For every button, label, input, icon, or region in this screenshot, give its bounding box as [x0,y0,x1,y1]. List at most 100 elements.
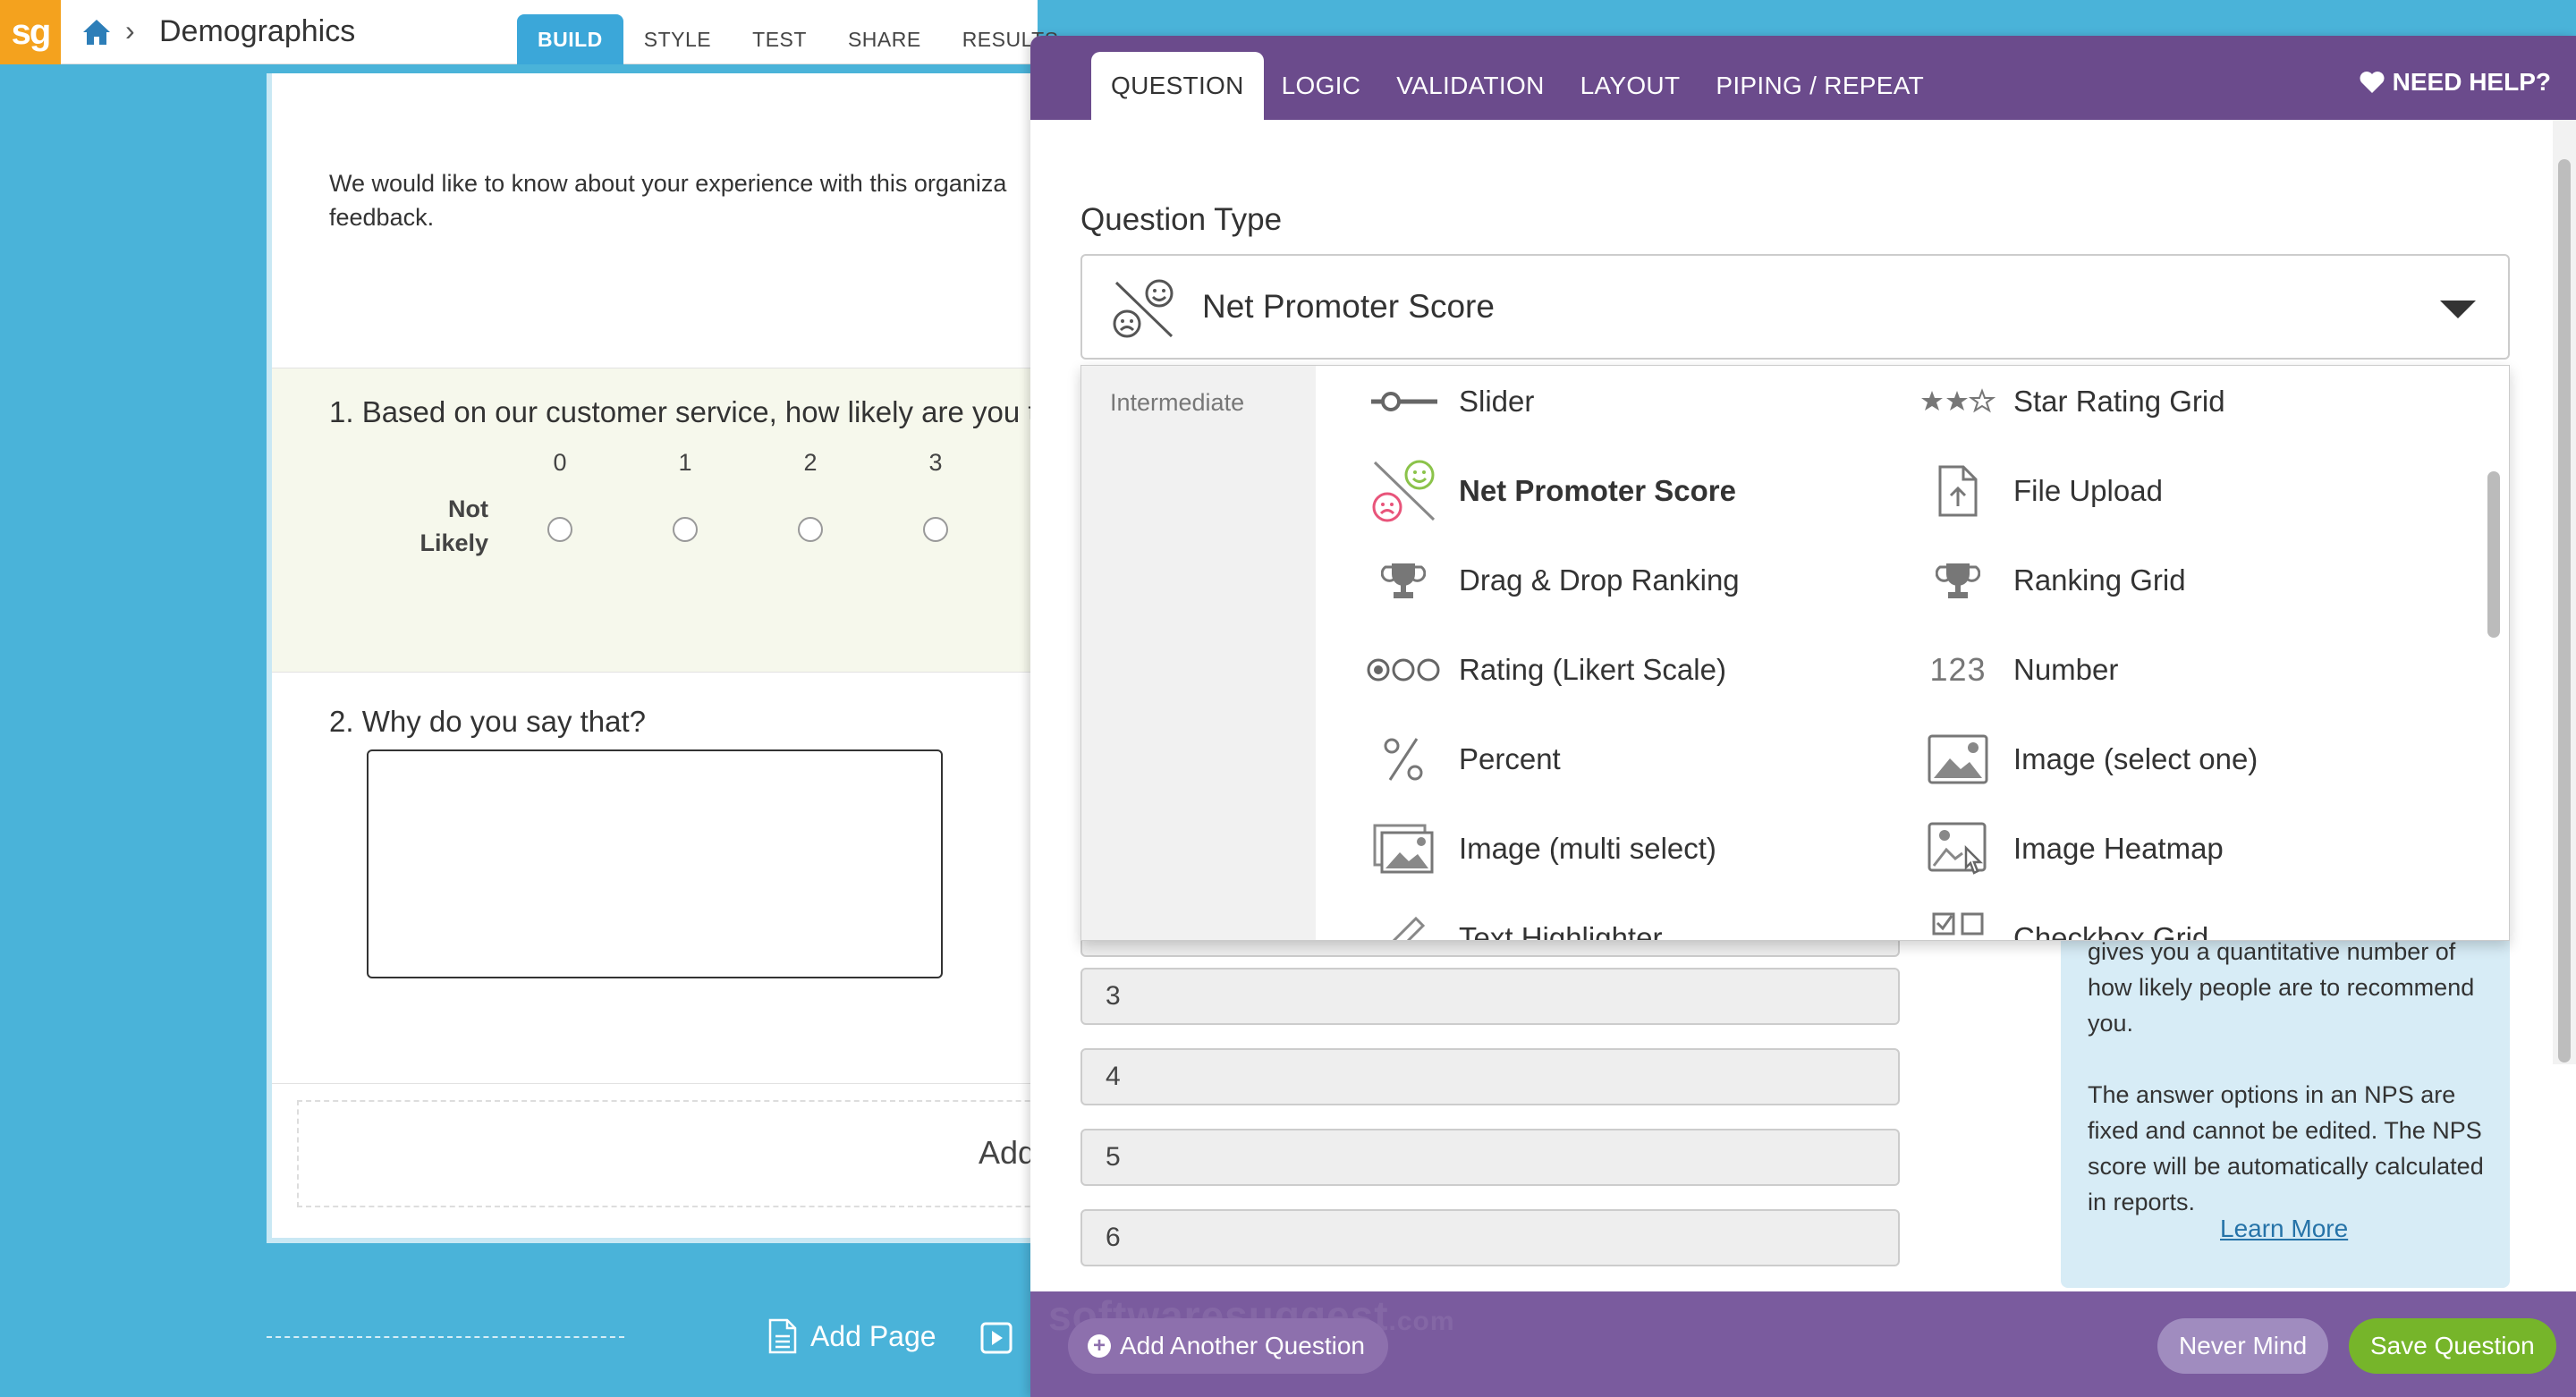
percent-icon [1384,738,1423,781]
question-type-select[interactable]: Net Promoter Score [1080,254,2510,360]
learn-more-link[interactable]: Learn More [2220,1215,2348,1243]
answer-option-input: 3 [1080,968,1900,1025]
scale-label: 2 [803,449,818,476]
intro-text: We would like to know about your experie… [329,166,1054,234]
add-another-question-button[interactable]: + Add Another Question [1068,1318,1388,1374]
type-option-percent[interactable]: Percent [1366,724,1561,795]
tab-label: LAYOUT [1580,72,1681,99]
help-text: gives you a quantitative number of how l… [2088,934,2490,1256]
number-icon: 123 [1929,651,1987,688]
modal-tab-piping[interactable]: PIPING / REPEAT [1698,52,1942,120]
file-upload-icon [1938,465,1978,517]
watermark-suffix: .com [1388,1307,1455,1336]
type-option-label: Image Heatmap [2013,832,2224,865]
type-option-label: Image (multi select) [1459,832,1716,865]
tab-share[interactable]: SHARE [827,14,942,64]
chevron-right-icon: › [125,14,135,47]
type-option-label: Percent [1459,742,1561,775]
help-paragraph: gives you a quantitative number of how l… [2088,938,2475,1037]
type-option-star-rating-grid[interactable]: Star Rating Grid [1920,366,2225,437]
type-option-label: Star Rating Grid [2013,385,2225,418]
modal-scrollbar[interactable] [2553,120,2576,1064]
modal-footer: softwaresuggest.com + Add Another Questi… [1030,1291,2576,1397]
button-label: Add Another Question [1120,1332,1365,1359]
radio-option[interactable] [547,517,572,542]
type-option-image-heatmap[interactable]: Image Heatmap [1920,813,2224,885]
never-mind-button[interactable]: Never Mind [2157,1318,2329,1374]
type-option-nps[interactable]: Net Promoter Score [1366,455,1736,527]
tab-label: TEST [752,27,807,51]
modal-tab-layout[interactable]: LAYOUT [1563,52,1699,120]
logo[interactable]: sg [0,0,61,64]
type-option-label: Image (select one) [2013,742,2258,775]
answer-textarea[interactable] [367,749,943,978]
survey-canvas: We would like to know about your experie… [267,73,1054,1243]
answer-option-value: 5 [1106,1142,1121,1172]
type-option-slider[interactable]: Slider [1366,366,1534,437]
type-option-image-select-one[interactable]: Image (select one) [1920,724,2258,795]
type-option-text-highlighter[interactable]: Text Highlighter [1366,902,1662,940]
tab-build[interactable]: BUILD [517,14,623,64]
dropdown-category-sidebar: Intermediate [1081,366,1316,940]
type-option-ranking-grid[interactable]: Ranking Grid [1920,545,2186,616]
tab-style[interactable]: STYLE [623,14,732,64]
image-multi-icon [1373,824,1434,874]
modal-tab-logic[interactable]: LOGIC [1264,52,1379,120]
dropdown-scrollbar[interactable] [2487,471,2500,638]
home-icon[interactable] [80,16,113,48]
category-intermediate[interactable]: Intermediate [1110,389,1244,417]
type-option-label: Rating (Likert Scale) [1459,653,1726,686]
type-option-label: Slider [1459,385,1535,418]
nps-icon [1372,460,1436,522]
modal-tab-bar: QUESTION LOGIC VALIDATION LAYOUT PIPING … [1030,36,2576,120]
tab-label: PIPING / REPEAT [1716,72,1925,99]
selected-type: Net Promoter Score [1202,288,1495,325]
top-bar: sg › Demographics BUILD STYLE TEST SHARE… [0,0,1079,64]
breadcrumb[interactable]: Demographics [159,14,355,49]
button-label: Never Mind [2179,1332,2308,1359]
need-help-link[interactable]: NEED HELP? [2359,68,2551,97]
add-page-button[interactable]: Add Page [767,1318,936,1354]
type-option-label: Net Promoter Score [1459,474,1736,507]
scrollbar-thumb[interactable] [2558,159,2571,1063]
answer-option-input: 4 [1080,1048,1900,1105]
type-option-label: Drag & Drop Ranking [1459,563,1740,597]
question-1[interactable]: 1. Based on our customer service, how li… [272,368,1054,673]
answer-option-value: 4 [1106,1062,1121,1091]
type-option-number[interactable]: 123 Number [1920,634,2118,706]
slider-icon [1371,392,1437,411]
type-option-file-upload[interactable]: File Upload [1920,455,2163,527]
question-title: 2. Why do you say that? [329,705,647,738]
add-question-area[interactable]: Add [297,1100,1054,1207]
type-option-label: Ranking Grid [2013,563,2186,597]
nav-tabs: BUILD STYLE TEST SHARE RESULTS [517,14,1099,64]
radio-option[interactable] [923,517,948,542]
image-heatmap-icon [1928,822,1987,875]
modal-tabs: QUESTION LOGIC VALIDATION LAYOUT PIPING … [1091,52,1942,120]
modal-tab-question[interactable]: QUESTION [1091,52,1264,120]
answer-option-input: 5 [1080,1129,1900,1186]
radio-option[interactable] [673,517,698,542]
intro-line: feedback. [329,204,435,231]
save-question-button[interactable]: Save Question [2349,1318,2556,1374]
type-option-image-multi[interactable]: Image (multi select) [1366,813,1716,885]
scale-label: 3 [928,449,943,476]
type-option-label: Checkbox Grid [2013,921,2209,941]
tab-test[interactable]: TEST [732,14,827,64]
type-option-drag-drop-ranking[interactable]: Drag & Drop Ranking [1366,545,1740,616]
preview-icon[interactable] [980,1322,1013,1354]
answer-option-input: 6 [1080,1209,1900,1266]
modal-tab-validation[interactable]: VALIDATION [1378,52,1562,120]
tab-label: VALIDATION [1396,72,1545,99]
tab-label: SHARE [847,27,921,51]
intro-block[interactable]: We would like to know about your experie… [272,73,1054,368]
type-option-likert[interactable]: Rating (Likert Scale) [1366,634,1726,706]
tab-label: LOGIC [1281,72,1361,99]
chevron-down-icon[interactable] [2440,301,2476,318]
radio-option[interactable] [798,517,823,542]
scale-label: 0 [553,449,567,476]
intro-line: We would like to know about your experie… [329,170,1007,197]
question-2[interactable]: 2. Why do you say that? [272,673,1054,1084]
image-icon [1928,734,1988,784]
type-option-checkbox-grid[interactable]: Checkbox Grid [1920,902,2209,941]
